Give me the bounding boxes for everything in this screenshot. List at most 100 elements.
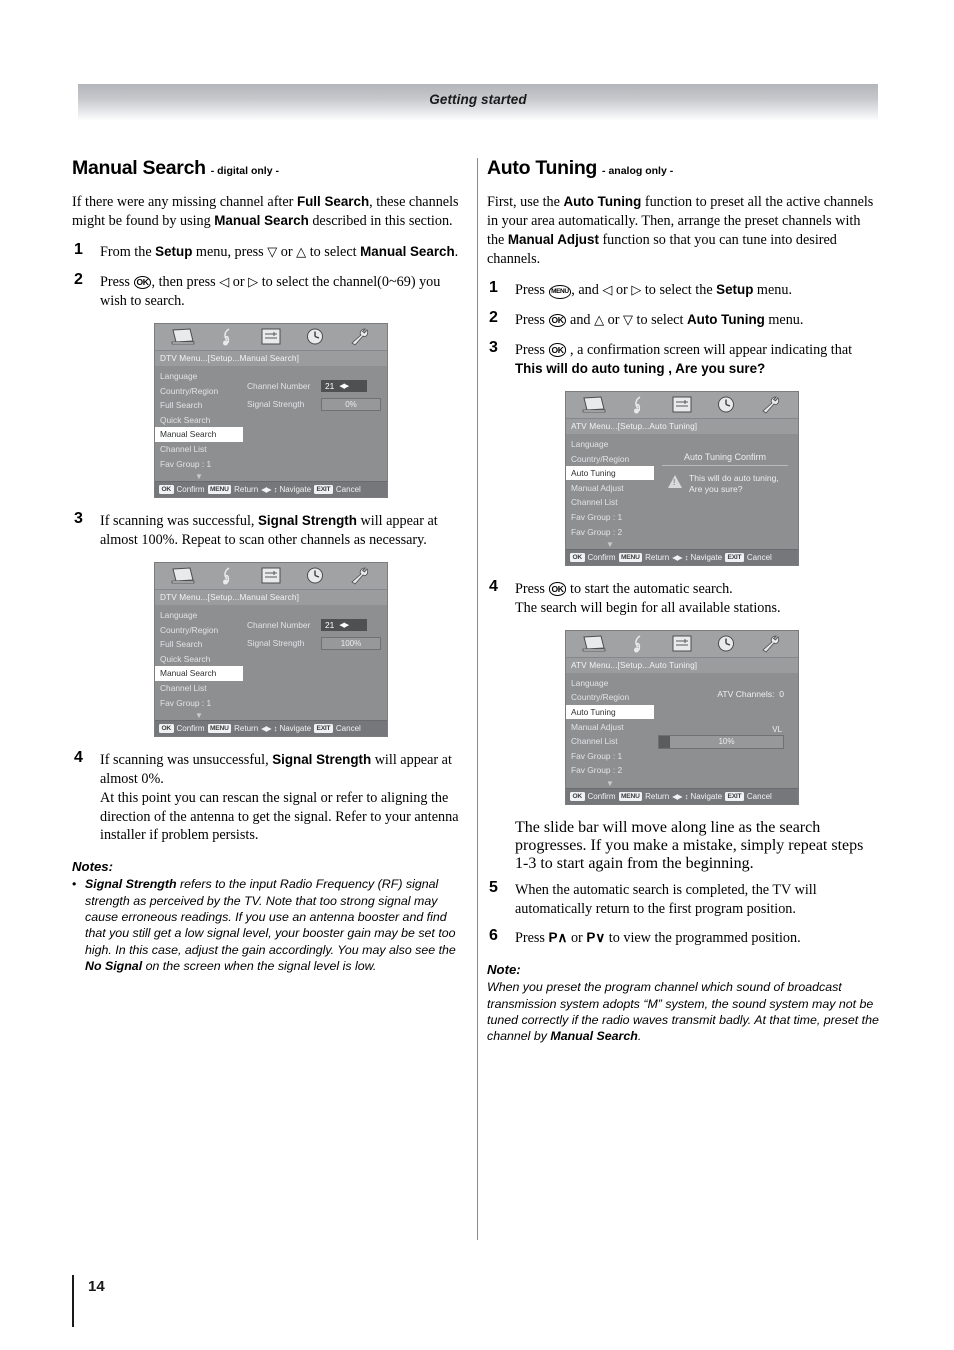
setup-list-icon[interactable] [669,634,695,653]
menu-action-label: Return [645,791,670,801]
channel-value-text: 21 [325,380,335,391]
clock-icon[interactable] [302,327,328,346]
osd-menu-item-selected[interactable]: Auto Tuning [566,465,654,481]
scroll-down-arrow-icon[interactable]: ▼ [566,540,654,549]
osd-menu-item[interactable]: Manual Adjust [566,480,654,495]
osd-channel-number-value[interactable]: 21 ◀▶ [321,618,367,631]
scroll-down-arrow-icon[interactable]: ▼ [155,472,243,481]
setup-list-icon[interactable] [669,395,695,414]
navigate-label: Navigate [690,791,723,801]
exit-key-icon[interactable]: EXIT [725,552,744,562]
setup-list-icon[interactable] [258,566,284,585]
setup-list-icon[interactable] [258,327,284,346]
menu-key-icon[interactable]: MENU [618,552,643,562]
music-note-icon[interactable] [625,395,651,414]
menu-key-icon[interactable]: MENU [618,791,643,801]
music-note-icon[interactable] [214,566,240,585]
exit-key-icon[interactable]: EXIT [725,791,744,801]
wrench-icon[interactable] [346,566,372,585]
up-down-arrows-icon: ↕ [273,484,278,494]
clock-icon[interactable] [302,566,328,585]
clock-icon[interactable] [713,634,739,653]
menu-key-icon[interactable]: MENU [207,723,232,733]
ok-key-icon[interactable]: OK [570,791,585,801]
osd-menu-item[interactable]: Channel List [566,495,654,510]
page-running-header: Getting started [78,84,878,121]
osd-signal-strength-row: Signal Strength 0% [247,397,381,411]
osd-menu-item[interactable]: Fav Group : 2 [566,763,654,778]
auto-tuning-progress-bar: 10% [658,734,784,749]
osd-menu-item[interactable]: Channel List [155,442,243,457]
ok-key-icon[interactable]: OK [570,552,585,562]
osd-menu-item[interactable]: Fav Group : 1 [566,749,654,764]
exit-key-icon[interactable]: EXIT [314,723,333,733]
osd-menu-item[interactable]: Channel List [566,734,654,749]
osd-menu-item[interactable]: Language [566,437,654,452]
osd-footer-bar: OK Confirm MENU Return ◀▶ ↕ Navigate EXI… [155,480,387,497]
screen-icon[interactable] [170,327,196,346]
osd-menu-item[interactable]: Quick Search [155,652,243,667]
ok-action-label: Confirm [176,484,205,494]
osd-footer-bar: OK Confirm MENU Return ◀▶ ↕ Navigate EXI… [566,787,798,804]
exit-key-icon[interactable]: EXIT [314,484,333,494]
note-emphasis: Manual Search [550,1029,638,1044]
navigate-label: Navigate [279,484,312,494]
osd-menu-item[interactable]: Full Search [155,637,243,652]
scroll-down-arrow-icon[interactable]: ▼ [155,711,243,720]
wrench-icon[interactable] [757,395,783,414]
osd-menu-item[interactable]: Language [155,369,243,384]
up-down-arrows-icon: ↕ [684,791,689,801]
progress-slider-knob[interactable] [659,735,670,748]
osd-menu-item-selected[interactable]: Auto Tuning [566,704,654,720]
ok-key-icon: OK [133,275,152,290]
step-text: Press OK and △ or ▽ to select Auto Tunin… [515,312,804,329]
osd-menu-item-selected[interactable]: Manual Search [155,427,243,442]
osd-channel-number-value[interactable]: 21 ◀▶ [321,379,367,392]
osd-menu-item[interactable]: Manual Adjust [566,719,654,734]
confirm-line-2: Are you sure? [689,484,743,495]
confirm-message-text: This will do auto tuning, Are you sure? [689,473,779,496]
left-step-4: 4 If scanning was unsuccessful, Signal S… [72,749,464,845]
notes-heading: Notes: [72,859,114,875]
osd-menu-item[interactable]: Country/Region [155,622,243,637]
osd-menu-item-selected[interactable]: Manual Search [155,666,243,681]
osd-breadcrumb: DTV Menu...[Setup...Manual Search] [155,349,387,366]
menu-action-label: Return [234,484,259,494]
osd-menu-item[interactable]: Country/Region [155,383,243,398]
page-title: Getting started [429,92,527,107]
ok-key-icon: OK [548,582,567,596]
screen-icon[interactable] [170,566,196,585]
music-note-icon[interactable] [214,327,240,346]
screen-icon[interactable] [581,634,607,653]
step-text: Press MENU, and ◁ or ▷ to select the Set… [515,281,792,300]
osd-menu-item[interactable]: Quick Search [155,413,243,428]
screen-icon[interactable] [581,395,607,414]
menu-key-icon[interactable]: MENU [207,484,232,494]
section-title-auto-tuning: Auto Tuning - analog only - [487,157,879,179]
osd-dtv-manual-search-0pct: DTV Menu...[Setup...Manual Search] Langu… [154,322,388,498]
step-number: 5 [489,878,498,896]
right-step-5: 5 When the automatic search is completed… [487,878,879,919]
osd-menu-item[interactable]: Full Search [155,398,243,413]
osd-menu-item[interactable]: Language [566,676,654,691]
osd-menu-item[interactable]: Fav Group : 1 [155,695,243,710]
osd-menu-item[interactable]: Language [155,608,243,623]
ok-key-icon[interactable]: OK [159,484,174,494]
osd-menu-item[interactable]: Country/Region [566,451,654,466]
ok-key-icon[interactable]: OK [159,723,174,733]
osd-menu-item[interactable]: Country/Region [566,690,654,705]
music-note-icon[interactable] [625,634,651,653]
osd-menu-item[interactable]: Fav Group : 1 [155,456,243,471]
osd-atv-auto-tuning-confirm: ATV Menu...[Setup...Auto Tuning] Languag… [565,390,799,566]
osd-menu-item[interactable]: Channel List [155,681,243,696]
osd-body: Language Country/Region Full Search Quic… [155,365,387,481]
scroll-down-arrow-icon[interactable]: ▼ [566,779,654,788]
osd-dtv-manual-search-100pct: DTV Menu...[Setup...Manual Search] Langu… [154,561,388,737]
osd-menu-item[interactable]: Fav Group : 2 [566,524,654,539]
left-right-arrows-icon: ◀▶ [261,484,272,494]
note-item: • Signal Strength refers to the input Ra… [72,877,456,974]
wrench-icon[interactable] [757,634,783,653]
osd-menu-item[interactable]: Fav Group : 1 [566,510,654,525]
wrench-icon[interactable] [346,327,372,346]
clock-icon[interactable] [713,395,739,414]
